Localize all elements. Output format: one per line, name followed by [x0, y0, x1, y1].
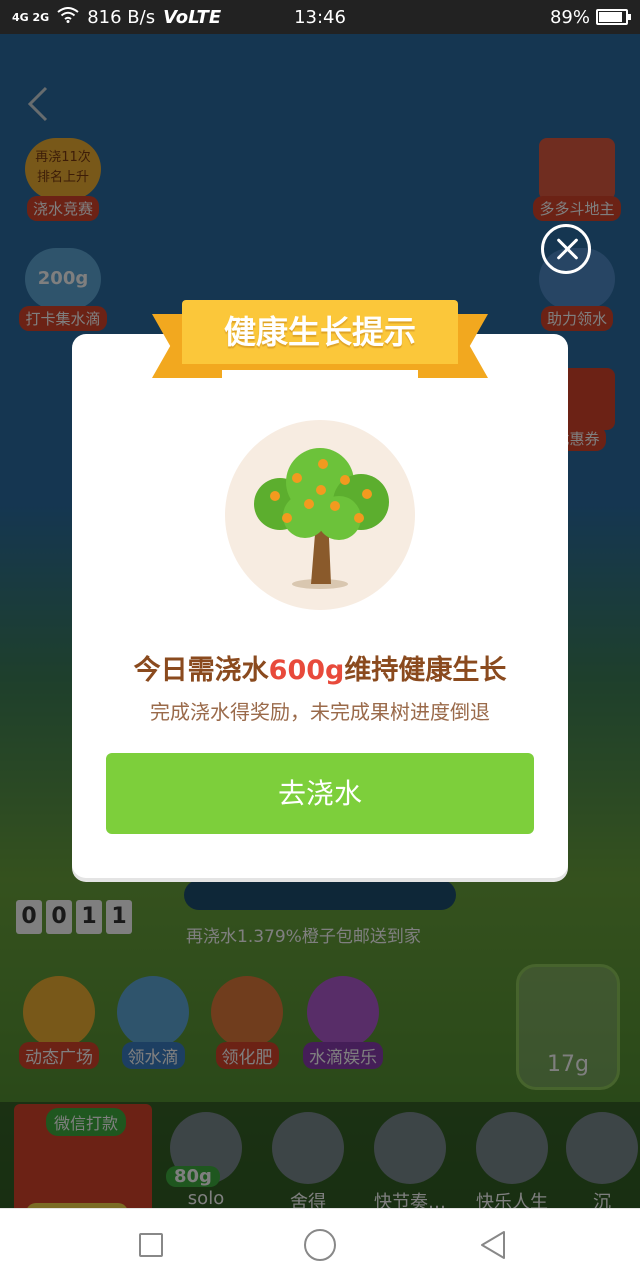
network-speed: 816 B/s [87, 6, 156, 28]
signal-indicator: 4G 2G [12, 10, 50, 24]
volte-indicator: VoLTE [163, 6, 222, 28]
watering-requirement-text: 今日需浇水600g维持健康生长 [72, 648, 568, 687]
tree-illustration [225, 420, 415, 610]
dialog-title-ribbon: 健康生长提示 [150, 298, 490, 384]
headline-suffix: 维持健康生长 [344, 655, 507, 686]
wifi-icon [57, 6, 79, 28]
dialog-title: 健康生长提示 [223, 313, 416, 351]
system-nav-bar [0, 1208, 640, 1280]
close-icon[interactable] [541, 224, 591, 274]
home-icon[interactable] [304, 1229, 336, 1261]
go-water-button[interactable]: 去浇水 [106, 753, 534, 834]
dialog-subtext: 完成浇水得奖励，未完成果树进度倒退 [150, 700, 490, 724]
orange-tree-icon [254, 448, 389, 589]
back-triangle-icon[interactable] [478, 1229, 508, 1261]
battery-percent: 89% [549, 6, 590, 28]
battery-icon [596, 9, 631, 25]
status-bar: 4G 2G 816 B/s VoLTE 13:46 89% [0, 0, 640, 34]
headline-amount: 600g [268, 655, 345, 686]
recent-apps-icon[interactable] [139, 1233, 163, 1257]
headline-prefix: 今日需浇水 [133, 655, 269, 686]
